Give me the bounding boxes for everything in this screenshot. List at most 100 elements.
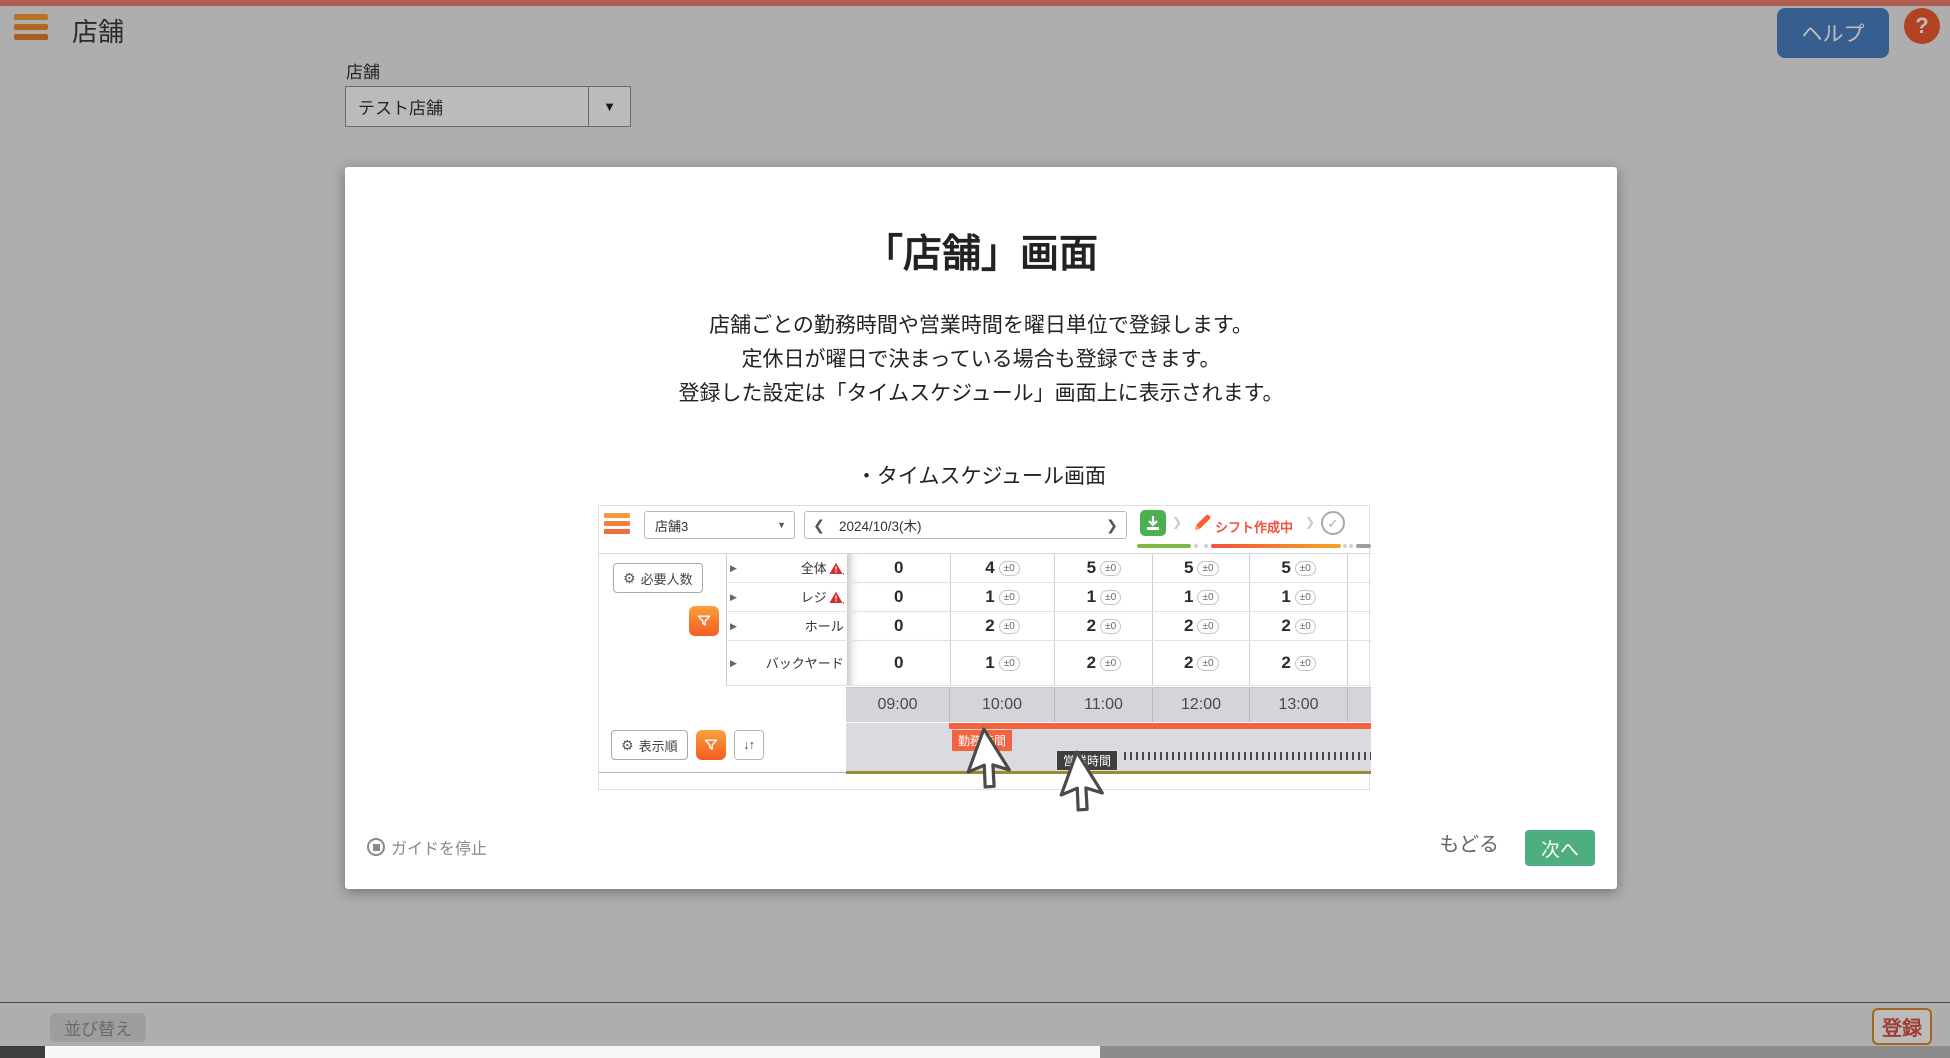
staff-count-cell: 0 (847, 554, 950, 582)
time-tick: 11:00 (1054, 688, 1152, 722)
delta-badge: ±0 (1100, 656, 1121, 671)
panel-baseline (599, 772, 846, 773)
delta-badge: ±0 (1197, 619, 1218, 634)
required-staff-button: ⚙ 必要人数 (613, 563, 703, 593)
delta-badge: ±0 (1197, 656, 1218, 671)
next-button[interactable]: 次へ (1525, 830, 1595, 866)
svg-text:!: ! (834, 565, 837, 574)
grid-row: ▶バックヤード01±02±02±02±0 (727, 641, 1371, 686)
modal-description: 店舗ごとの勤務時間や営業時間を曜日単位で登録します。定休日が曜日で決まっている場… (345, 309, 1617, 411)
grid-sliver (1347, 612, 1371, 640)
grid-row: ▶ホール02±02±02±02±0 (727, 612, 1371, 641)
expand-arrow-icon[interactable]: ▶ (730, 563, 737, 574)
warning-icon: ! (829, 591, 844, 604)
staff-count-cell[interactable]: 1±0 (1054, 583, 1152, 611)
mini-store-select: 店舗3 ▼ (644, 511, 795, 539)
description-line: 登録した設定は「タイムスケジュール」画面上に表示されます。 (345, 377, 1617, 411)
filter-button (689, 606, 719, 636)
chevron-separator-icon: ❯ (1172, 515, 1182, 529)
edit-pencil-icon (1191, 512, 1213, 539)
staff-count-cell[interactable]: 5±0 (1249, 554, 1347, 582)
scrollbar-thumb[interactable] (1100, 1046, 1950, 1058)
staff-count-cell[interactable]: 1±0 (950, 641, 1055, 685)
delta-badge: ±0 (999, 561, 1020, 576)
work-time-bar (949, 723, 1371, 729)
delta-badge: ±0 (1295, 656, 1316, 671)
staff-count-cell[interactable]: 2±0 (1054, 612, 1152, 640)
filter-button (696, 730, 726, 760)
staff-count-cell[interactable]: 1±0 (950, 583, 1055, 611)
display-order-button: ⚙ 表示順 (611, 730, 688, 760)
delta-badge: ±0 (1197, 561, 1218, 576)
guide-modal: 「店舗」画面 店舗ごとの勤務時間や営業時間を曜日単位で登録します。定休日が曜日で… (345, 167, 1617, 889)
stop-guide-control[interactable]: ガイドを停止 (367, 835, 487, 859)
expand-arrow-icon[interactable]: ▶ (730, 658, 737, 669)
delta-badge: ±0 (1197, 590, 1218, 605)
delta-badge: ±0 (999, 656, 1020, 671)
staff-count-cell[interactable]: 2±0 (1249, 641, 1347, 685)
required-staff-label: 必要人数 (641, 569, 693, 588)
mini-store-select-value: 店舗3 (645, 516, 777, 535)
shift-status-label: シフト作成中 (1215, 517, 1293, 536)
time-axis-row: 09:0010:0011:0012:0013:00 (846, 687, 1371, 722)
scrollbar-corner (0, 1046, 45, 1058)
expand-arrow-icon[interactable]: ▶ (730, 592, 737, 603)
time-tick: 09:00 (846, 688, 949, 722)
mini-date-value: 2024/10/3(木) (833, 515, 1098, 535)
progress-dots (1194, 544, 1208, 548)
grid-row: ▶全体!04±05±05±05±0 (727, 554, 1371, 583)
back-button[interactable]: もどる (1439, 828, 1499, 857)
prev-day-icon: ❮ (805, 517, 833, 534)
grid-sliver (1347, 583, 1371, 611)
grid-row: ▶レジ!01±01±01±01±0 (727, 583, 1371, 612)
gear-icon: ⚙ (621, 737, 634, 754)
expand-arrow-icon[interactable]: ▶ (730, 621, 737, 632)
delta-badge: ±0 (1295, 590, 1316, 605)
modal-title: 「店舗」画面 (345, 223, 1617, 279)
staff-count-cell[interactable]: 2±0 (950, 612, 1055, 640)
sort-order-icon: ↓↑ (734, 730, 764, 760)
staff-count-cell[interactable]: 5±0 (1152, 554, 1249, 582)
horizontal-scrollbar[interactable] (0, 1046, 1950, 1058)
staff-count-cell[interactable]: 2±0 (1054, 641, 1152, 685)
progress-segment-pending (1356, 544, 1371, 548)
row-label: 全体 (801, 561, 827, 576)
progress-dots (1343, 544, 1353, 548)
staff-count-cell[interactable]: 4±0 (950, 554, 1055, 582)
publish-status-icon (1140, 510, 1166, 536)
check-circle-icon: ✓ (1321, 511, 1345, 535)
mini-hamburger-icon (604, 513, 630, 537)
delta-badge: ±0 (1100, 590, 1121, 605)
grid-sliver (1347, 641, 1371, 685)
grid-sliver (1347, 554, 1371, 582)
chevron-down-icon: ▼ (777, 520, 794, 530)
time-tick: 13:00 (1249, 688, 1347, 722)
progress-segment-current (1211, 544, 1341, 548)
staff-count-cell[interactable]: 1±0 (1152, 583, 1249, 611)
time-tick: 10:00 (949, 688, 1054, 722)
staff-count-cell[interactable]: 2±0 (1249, 612, 1347, 640)
delta-badge: ±0 (1295, 561, 1316, 576)
gear-icon: ⚙ (623, 570, 636, 587)
description-line: 店舗ごとの勤務時間や営業時間を曜日単位で登録します。 (345, 309, 1617, 343)
stop-guide-label: ガイドを停止 (391, 835, 487, 859)
next-day-icon: ❯ (1098, 517, 1126, 534)
staffing-grid: ▶全体!04±05±05±05±0▶レジ!01±01±01±01±0▶ホール02… (726, 554, 1371, 686)
staff-count-cell: 0 (847, 583, 950, 611)
chevron-separator-icon: ❯ (1305, 515, 1315, 529)
business-time-dotted-line (1124, 752, 1371, 760)
row-label: バックヤード (766, 656, 844, 671)
stop-icon (367, 838, 385, 856)
description-line: 定休日が曜日で決まっている場合も登録できます。 (345, 343, 1617, 377)
row-label: レジ (801, 590, 827, 605)
staff-count-cell[interactable]: 2±0 (1152, 641, 1249, 685)
staff-count-cell[interactable]: 2±0 (1152, 612, 1249, 640)
scrollbar-track[interactable] (45, 1046, 1100, 1058)
staff-count-cell[interactable]: 5±0 (1054, 554, 1152, 582)
staff-count-cell[interactable]: 1±0 (1249, 583, 1347, 611)
delta-badge: ±0 (1100, 619, 1121, 634)
row-label: ホール (805, 619, 844, 634)
display-order-controls: ⚙ 表示順 ↓↑ (611, 730, 764, 760)
svg-text:!: ! (834, 594, 837, 603)
delta-badge: ±0 (1100, 561, 1121, 576)
